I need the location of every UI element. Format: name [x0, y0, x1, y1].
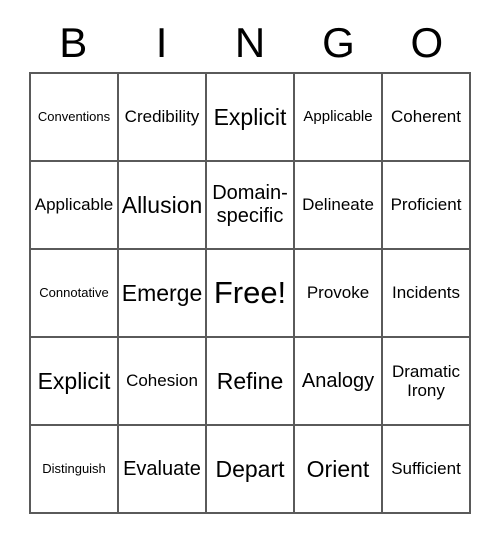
- bingo-cell[interactable]: Proficient: [383, 162, 471, 250]
- bingo-cell[interactable]: Incidents: [383, 250, 471, 338]
- bingo-cell[interactable]: Applicable: [31, 162, 119, 250]
- bingo-cell-label: Distinguish: [42, 460, 106, 476]
- bingo-cell-label: Orient: [306, 456, 370, 482]
- bingo-cell[interactable]: Coherent: [383, 74, 471, 162]
- bingo-cell[interactable]: Dramatic Irony: [383, 338, 471, 426]
- bingo-cell-label: Analogy: [301, 369, 375, 392]
- bingo-cell[interactable]: Refine: [207, 338, 295, 426]
- bingo-header-letter-n: N: [234, 19, 266, 66]
- bingo-cell-label: Dramatic Irony: [391, 361, 460, 400]
- bingo-cell[interactable]: Evaluate: [119, 426, 207, 514]
- bingo-cell-label: Delineate: [302, 195, 374, 215]
- bingo-cell[interactable]: Domain- specific: [207, 162, 295, 250]
- bingo-cell[interactable]: Conventions: [31, 74, 119, 162]
- bingo-cell[interactable]: Allusion: [119, 162, 207, 250]
- bingo-cell-label: Conventions: [37, 108, 111, 124]
- bingo-cell-label: Free!: [213, 275, 287, 311]
- bingo-cell[interactable]: Delineate: [295, 162, 383, 250]
- bingo-cell[interactable]: Explicit: [207, 74, 295, 162]
- bingo-cell[interactable]: Cohesion: [119, 338, 207, 426]
- bingo-cell[interactable]: Orient: [295, 426, 383, 514]
- bingo-cell-label: Proficient: [390, 195, 462, 215]
- bingo-card: B I N G O Conventions Credibility Explicit Appl…: [0, 0, 500, 544]
- bingo-cell-label: Refine: [216, 368, 284, 394]
- bingo-cell-label: Incidents: [391, 283, 461, 303]
- bingo-cell[interactable]: Emerge: [119, 250, 207, 338]
- bingo-cell[interactable]: Depart: [207, 426, 295, 514]
- bingo-cell[interactable]: Explicit: [31, 338, 119, 426]
- bingo-cell-label: Provoke: [306, 283, 370, 303]
- bingo-cell[interactable]: Credibility: [119, 74, 207, 162]
- bingo-header-letter-o: O: [410, 19, 444, 66]
- bingo-header-letter-b: B: [59, 19, 88, 66]
- bingo-cell-label: Cohesion: [126, 371, 198, 391]
- bingo-cell[interactable]: Applicable: [295, 74, 383, 162]
- bingo-cell-label: Depart: [215, 456, 285, 482]
- bingo-cell-label: Coherent: [391, 107, 461, 127]
- bingo-cell[interactable]: Provoke: [295, 250, 383, 338]
- bingo-cell-label: Allusion: [121, 192, 203, 218]
- bingo-header-letter-i: I: [155, 19, 168, 66]
- bingo-cell-label: Emerge: [121, 280, 203, 306]
- bingo-cell[interactable]: Distinguish: [31, 426, 119, 514]
- bingo-cell-free[interactable]: Free!: [207, 250, 295, 338]
- bingo-cell-label: Domain- specific: [212, 182, 288, 227]
- bingo-cell-label: Explicit: [213, 104, 287, 130]
- bingo-cell-label: Evaluate: [123, 457, 201, 480]
- bingo-cell-label: Applicable: [303, 107, 373, 125]
- bingo-cell[interactable]: Connotative: [31, 250, 119, 338]
- bingo-cell-label: Sufficient: [391, 459, 461, 479]
- bingo-cell-label: Connotative: [39, 284, 109, 300]
- bingo-header: BINGO: [29, 14, 471, 72]
- bingo-cell[interactable]: Analogy: [295, 338, 383, 426]
- bingo-grid: Conventions Credibility Explicit Applicable…: [29, 72, 471, 514]
- bingo-cell[interactable]: Sufficient: [383, 426, 471, 514]
- bingo-header-letter-g: G: [322, 19, 355, 66]
- bingo-cell-label: Explicit: [37, 368, 111, 394]
- bingo-cell-label: Applicable: [34, 195, 114, 215]
- bingo-cell-label: Credibility: [124, 107, 200, 127]
